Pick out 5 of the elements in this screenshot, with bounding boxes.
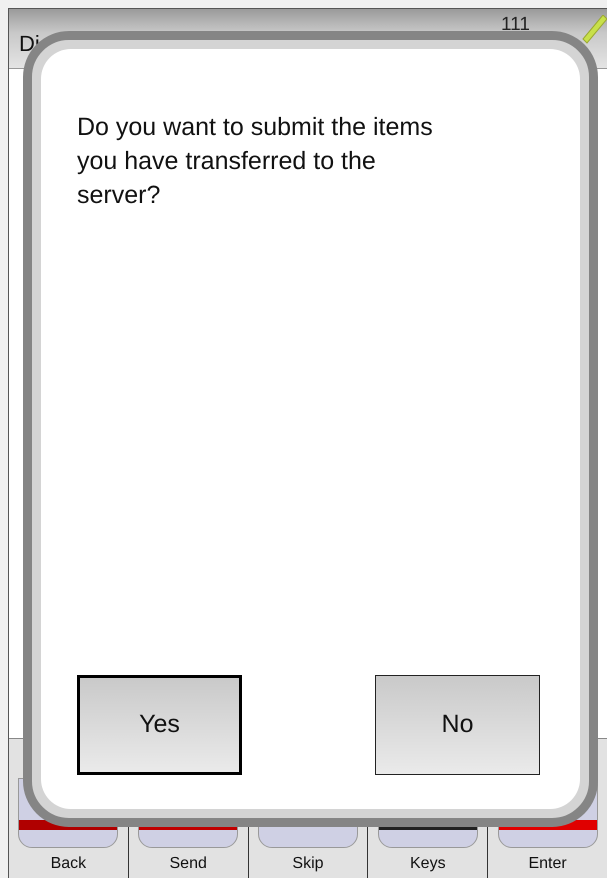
dialog-message: Do you want to submit the items you have transferred to the server? <box>77 112 434 210</box>
dialog-button[interactable]: Yes <box>77 675 242 775</box>
dialog-button[interactable]: No <box>375 675 540 775</box>
pencil-icon <box>581 15 607 45</box>
item-count: 111 <box>501 13 530 37</box>
